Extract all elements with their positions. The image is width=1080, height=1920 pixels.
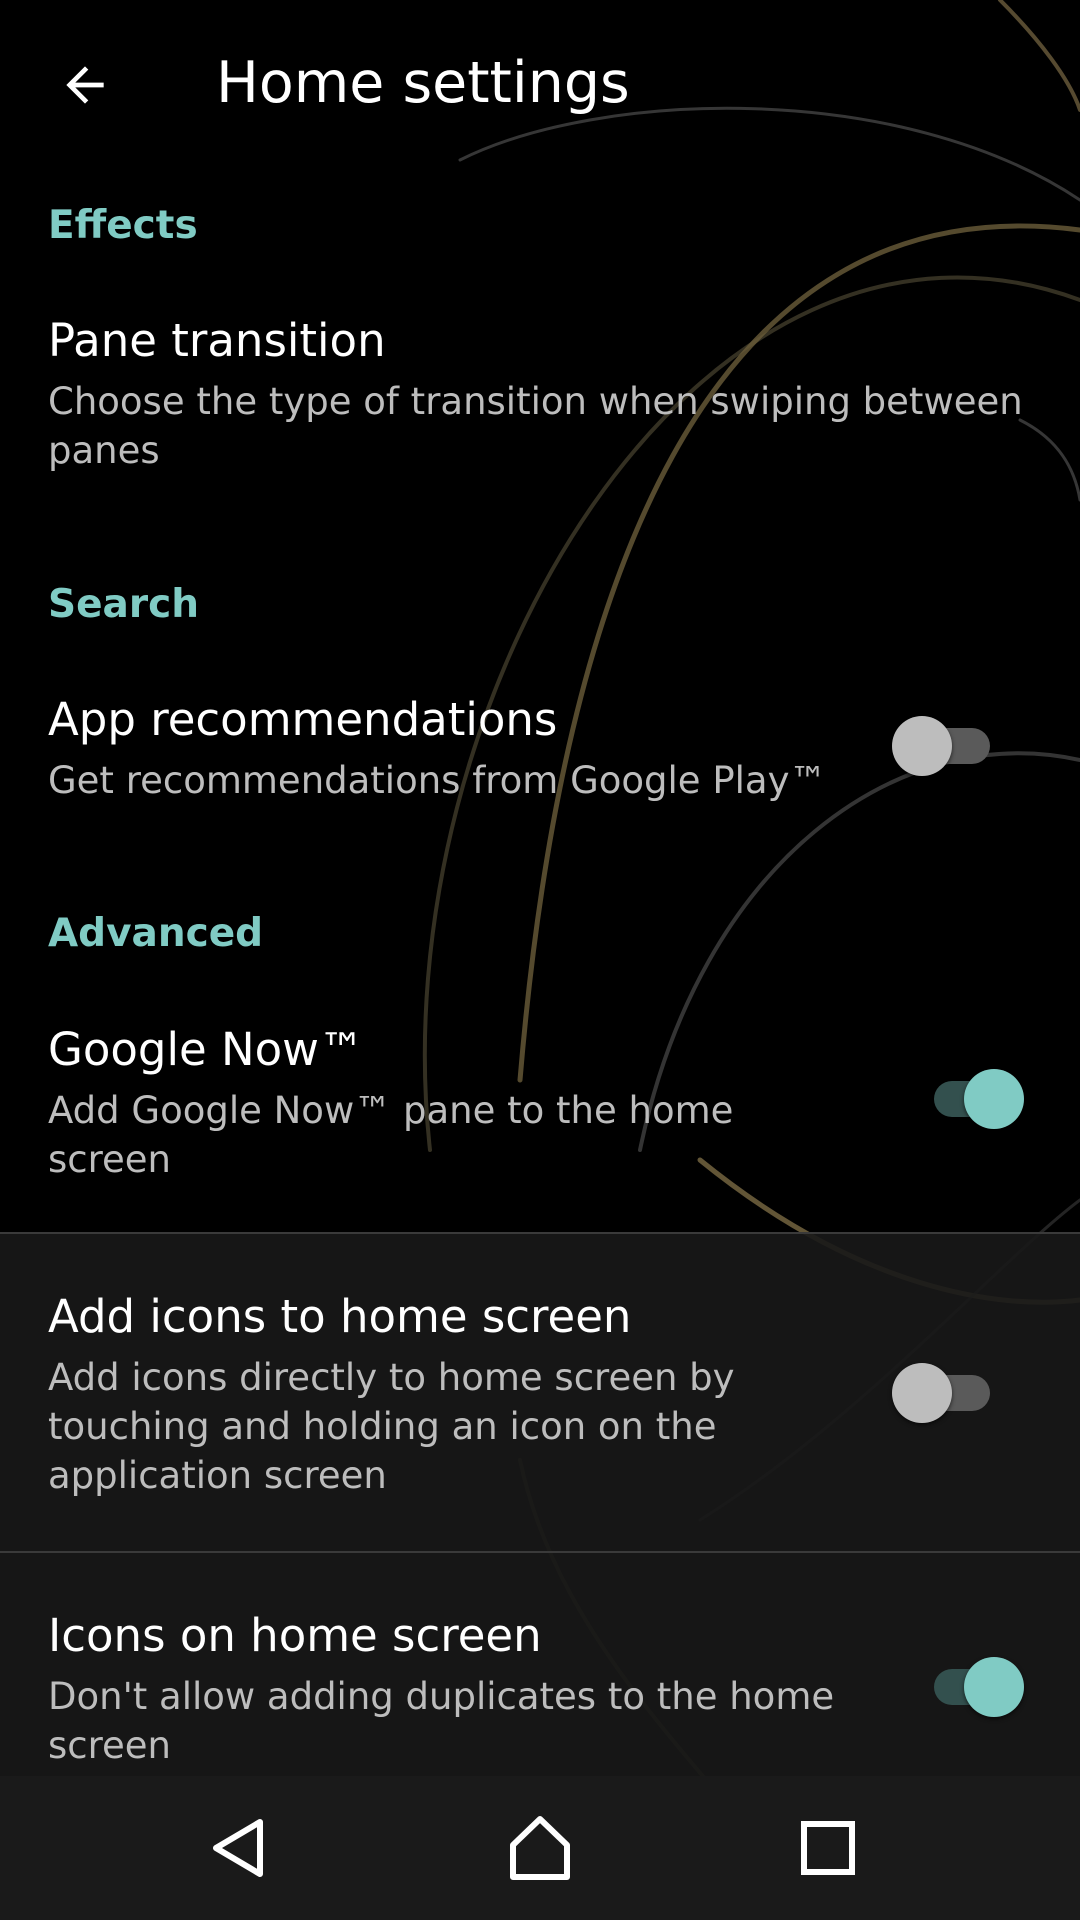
back-button[interactable]: [40, 40, 130, 130]
pref-summary: Add Google Now™ pane to the home screen: [48, 1089, 734, 1181]
app-recommendations-switch[interactable]: [890, 710, 1000, 780]
switch-thumb: [964, 1069, 1024, 1129]
pref-add-icons-to-home-screen[interactable]: Add icons to home screen Add icons direc…: [0, 1234, 1080, 1551]
system-navigation-bar: [0, 1776, 1080, 1920]
pref-summary: Add icons directly to home screen by tou…: [48, 1356, 735, 1497]
pref-app-recommendations[interactable]: App recommendations Get recommendations …: [0, 670, 1080, 830]
section-header-advanced: Advanced: [48, 911, 264, 956]
pref-title: Google Now™: [48, 1023, 364, 1076]
pref-icons-on-home-screen[interactable]: Icons on home screen Don't allow adding …: [0, 1553, 1080, 1776]
pref-pane-transition[interactable]: Pane transition Choose the type of trans…: [0, 290, 1080, 510]
section-header-effects: Effects: [48, 203, 198, 248]
nav-recents-button[interactable]: [778, 1798, 878, 1898]
pref-title: Icons on home screen: [48, 1609, 542, 1662]
icons-on-home-screen-switch[interactable]: [914, 1651, 1024, 1721]
section-header-search: Search: [48, 582, 199, 627]
pref-title: App recommendations: [48, 693, 558, 746]
page-title: Home settings: [216, 50, 630, 116]
pref-title: Add icons to home screen: [48, 1290, 632, 1343]
add-icons-switch[interactable]: [890, 1357, 1000, 1427]
square-recents-icon: [801, 1821, 855, 1875]
pref-summary: Don't allow adding duplicates to the hom…: [48, 1675, 835, 1767]
pref-title: Pane transition: [48, 314, 386, 367]
switch-thumb: [892, 1363, 952, 1423]
app-toolbar: Home settings: [0, 0, 1080, 170]
pref-summary: Get recommendations from Google Play™: [48, 759, 827, 802]
google-now-switch[interactable]: [914, 1063, 1024, 1133]
home-settings-screen: Home settings Effects Pane transition Ch…: [0, 0, 1080, 1920]
pref-summary: Choose the type of transition when swipi…: [48, 380, 1023, 472]
nav-home-button[interactable]: [490, 1798, 590, 1898]
triangle-back-icon: [213, 1819, 263, 1877]
nav-back-button[interactable]: [190, 1798, 290, 1898]
pref-google-now[interactable]: Google Now™ Add Google Now™ pane to the …: [0, 1000, 1080, 1232]
arrow-left-icon: [66, 66, 104, 104]
home-icon: [510, 1816, 570, 1880]
switch-thumb: [892, 716, 952, 776]
switch-thumb: [964, 1657, 1024, 1717]
